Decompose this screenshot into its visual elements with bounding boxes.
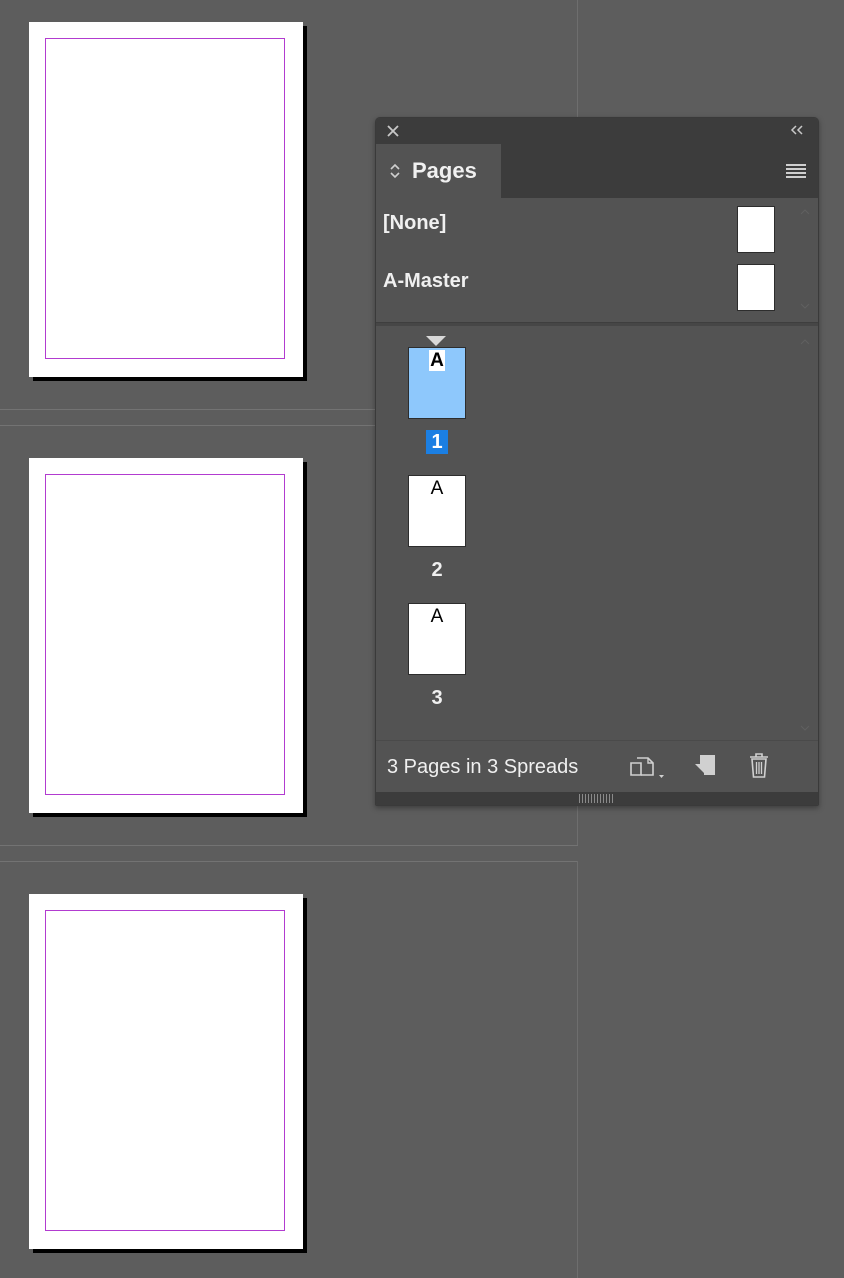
pages-status-text: 3 Pages in 3 Spreads	[387, 756, 579, 778]
page-thumbnail[interactable]: A	[408, 603, 466, 675]
page-margin-guide	[45, 474, 285, 795]
page-item-2[interactable]: A 2	[408, 475, 466, 599]
document-page-1[interactable]	[29, 22, 303, 377]
master-thumbnail[interactable]	[737, 206, 775, 253]
new-page-icon	[695, 755, 715, 775]
tab-pages[interactable]: Pages	[376, 144, 501, 198]
document-page-2[interactable]	[29, 458, 303, 813]
hamburger-menu-icon[interactable]	[786, 164, 806, 180]
page-thumbnail[interactable]: A	[408, 475, 466, 547]
master-thumbnail[interactable]	[737, 264, 775, 311]
master-letter: A	[430, 606, 444, 627]
edit-page-size-button[interactable]	[628, 751, 664, 781]
master-letter: A	[430, 478, 444, 499]
master-label: A-Master	[383, 270, 469, 292]
page-item-3[interactable]: A 3	[408, 603, 466, 727]
double-chevron-left-icon[interactable]	[788, 122, 806, 138]
masters-section: [None] A-Master	[376, 198, 818, 322]
page-number: 1	[408, 430, 466, 454]
page-margin-guide	[45, 910, 285, 1231]
spread-separator	[0, 861, 578, 862]
current-page-marker-icon	[426, 336, 446, 346]
close-icon[interactable]	[385, 123, 401, 139]
new-page-button[interactable]	[691, 751, 721, 781]
panel-tab-bar: Pages	[376, 144, 818, 198]
delete-page-button[interactable]	[744, 751, 774, 781]
panel-titlebar[interactable]	[376, 118, 818, 144]
scroll-down-icon[interactable]	[799, 302, 811, 310]
scroll-down-icon[interactable]	[799, 724, 811, 732]
panel-resize-handle[interactable]	[376, 792, 818, 805]
panel-footer: 3 Pages in 3 Spreads	[376, 740, 818, 792]
grip-icon	[579, 794, 615, 803]
spread-separator	[0, 845, 578, 846]
page-number: 2	[431, 559, 443, 581]
master-item-none[interactable]: [None]	[376, 198, 796, 254]
page-margin-guide	[45, 38, 285, 359]
document-canvas: Pages [None] A-Master A 1 A 2 A 3 3 Page…	[0, 0, 844, 1278]
pages-panel: Pages [None] A-Master A 1 A 2 A 3 3 Page…	[375, 117, 819, 806]
page-item-1[interactable]: A 1	[408, 347, 466, 471]
trash-icon	[750, 753, 768, 778]
tab-label: Pages	[412, 158, 477, 183]
scroll-up-icon[interactable]	[799, 338, 811, 346]
master-label: [None]	[383, 212, 447, 234]
edit-page-size-icon	[630, 757, 664, 778]
pasteboard-edge	[577, 861, 578, 1278]
page-number: 3	[431, 687, 443, 709]
scroll-up-icon[interactable]	[799, 208, 811, 216]
master-letter: A	[429, 350, 445, 371]
pages-section: A 1 A 2 A 3	[376, 326, 818, 740]
page-thumbnail[interactable]: A	[408, 347, 466, 419]
up-down-arrows-icon[interactable]	[388, 161, 402, 181]
master-item-a-master[interactable]: A-Master	[376, 256, 796, 312]
document-page-3[interactable]	[29, 894, 303, 1249]
